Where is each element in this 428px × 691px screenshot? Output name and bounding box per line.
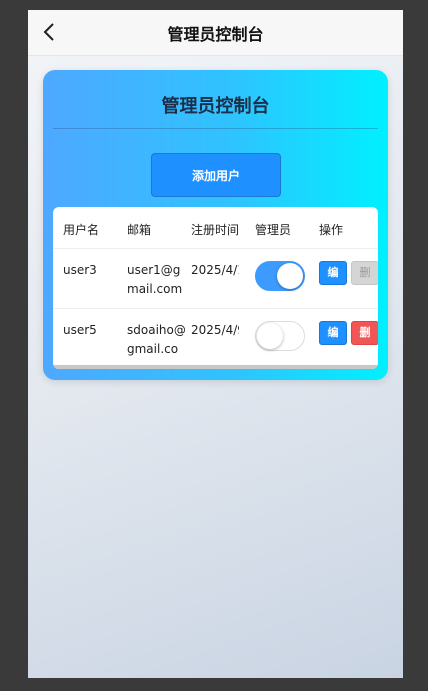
row1-admin-toggle[interactable]: [255, 261, 305, 291]
row1-email: user1@gmail.com: [127, 263, 183, 296]
add-user-button[interactable]: 添加用户: [151, 153, 281, 197]
row1-registered: 2025/4/1: [191, 263, 239, 277]
header-actions: 操作: [319, 223, 344, 237]
row1-edit-button[interactable]: 编: [319, 261, 347, 285]
header-email: 邮箱: [127, 223, 152, 237]
header-username: 用户名: [63, 223, 100, 237]
user-table[interactable]: 用户名 邮箱 注册时间 管理员 操作 user3 user1@gmail.com…: [53, 207, 378, 369]
row2-edit-button[interactable]: 编: [319, 321, 347, 345]
toggle-knob: [257, 323, 283, 349]
navbar: 管理员控制台: [28, 10, 403, 56]
horizontal-scrollbar[interactable]: [53, 365, 378, 369]
header-registered: 注册时间: [191, 223, 240, 237]
row-separator: [53, 308, 378, 309]
row1-delete-button[interactable]: 删: [351, 261, 378, 285]
admin-card: 管理员控制台 添加用户 用户名 邮箱 注册时间 管理员 操作 user3 use…: [43, 70, 388, 380]
card-title: 管理员控制台: [161, 96, 270, 117]
phone-screen: 管理员控制台 管理员控制台 添加用户 用户名 邮箱 注册时间 管理员 操作 us…: [28, 10, 403, 678]
header-separator: [53, 248, 378, 249]
row1-username: user3: [63, 263, 97, 277]
card-divider: [53, 128, 378, 129]
nav-title: 管理员控制台: [167, 25, 264, 44]
header-admin: 管理员: [255, 223, 292, 237]
row2-email: sdoaiho@gmail.com: [127, 323, 186, 369]
row2-username: user5: [63, 323, 97, 337]
row2-delete-button[interactable]: 删: [351, 321, 378, 345]
toggle-knob: [277, 263, 303, 289]
row2-registered: 2025/4/9: [191, 323, 239, 337]
row2-admin-toggle[interactable]: [255, 321, 305, 351]
